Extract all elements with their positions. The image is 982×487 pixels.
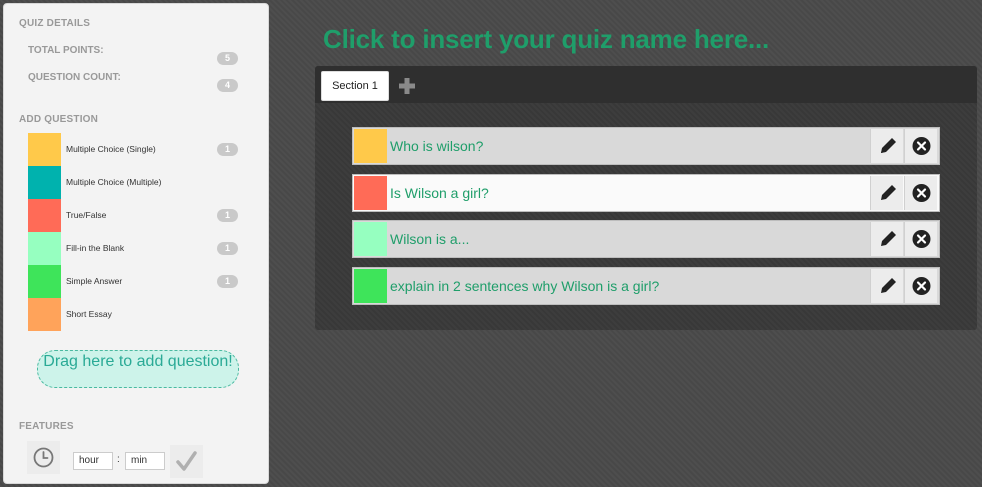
tab-section-1[interactable]: Section 1 — [321, 71, 389, 101]
question-type-mc-multiple[interactable]: Multiple Choice (Multiple) — [28, 166, 240, 199]
delete-question-button[interactable] — [904, 222, 937, 256]
question-type-swatch — [28, 232, 61, 265]
question-color-swatch — [354, 269, 387, 303]
question-text: explain in 2 sentences why Wilson is a g… — [390, 278, 660, 294]
features-heading: FEATURES — [19, 421, 74, 432]
delete-question-button[interactable] — [904, 129, 937, 163]
question-type-fill-blank[interactable]: Fill-in the Blank 1 — [28, 232, 240, 265]
question-color-swatch — [354, 176, 387, 210]
close-circle-icon — [912, 137, 931, 155]
question-type-count: 1 — [217, 275, 238, 288]
question-type-label: Multiple Choice (Multiple) — [66, 177, 162, 187]
question-type-label: Multiple Choice (Single) — [66, 144, 156, 154]
edit-question-button[interactable] — [870, 176, 903, 210]
quiz-title[interactable]: Click to insert your quiz name here... — [323, 24, 769, 55]
question-color-swatch — [354, 222, 387, 256]
question-color-swatch — [354, 129, 387, 163]
question-type-swatch — [28, 265, 61, 298]
question-text: Who is wilson? — [390, 138, 484, 154]
total-points-label: TOTAL POINTS: — [28, 45, 104, 56]
close-circle-icon — [912, 184, 931, 202]
question-type-count: 1 — [217, 242, 238, 255]
question-row[interactable]: Wilson is a... — [352, 220, 940, 258]
time-separator: : — [117, 454, 120, 465]
question-type-swatch — [28, 133, 61, 166]
pencil-icon — [881, 231, 896, 246]
minute-input[interactable]: min — [125, 452, 165, 470]
edit-question-button[interactable] — [870, 129, 903, 163]
confirm-timer-button[interactable] — [170, 445, 203, 478]
close-circle-icon — [912, 230, 931, 248]
hour-input[interactable]: hour — [73, 452, 113, 470]
total-points-badge: 5 — [217, 52, 238, 65]
add-question-dropzone[interactable]: Drag here to add question! — [37, 350, 239, 388]
pencil-icon — [881, 185, 896, 200]
question-count-label: QUESTION COUNT: — [28, 72, 121, 83]
question-row[interactable]: Is Wilson a girl? — [352, 174, 940, 212]
question-type-count: 1 — [217, 209, 238, 222]
question-type-label: True/False — [66, 210, 107, 220]
question-type-label: Fill-in the Blank — [66, 243, 125, 253]
add-question-heading: ADD QUESTION — [19, 114, 99, 125]
plus-icon — [399, 78, 415, 94]
question-type-short-essay[interactable]: Short Essay — [28, 298, 240, 331]
question-row[interactable]: explain in 2 sentences why Wilson is a g… — [352, 267, 940, 305]
question-text: Wilson is a... — [390, 231, 470, 247]
checkmark-icon — [176, 451, 197, 471]
close-circle-icon — [912, 277, 931, 295]
edit-question-button[interactable] — [870, 222, 903, 256]
question-count-badge: 4 — [217, 79, 238, 92]
question-type-swatch — [28, 199, 61, 232]
delete-question-button[interactable] — [904, 176, 937, 210]
question-text: Is Wilson a girl? — [390, 185, 489, 201]
question-type-mc-single[interactable]: Multiple Choice (Single) 1 — [28, 133, 240, 166]
question-type-swatch — [28, 298, 61, 331]
quiz-details-heading: QUIZ DETAILS — [19, 18, 91, 29]
pencil-icon — [881, 278, 896, 293]
quiz-sidebar: QUIZ DETAILS TOTAL POINTS: 5 QUESTION CO… — [3, 3, 269, 484]
section-tabbar: Section 1 — [315, 66, 977, 103]
timer-button[interactable] — [27, 441, 60, 474]
question-row[interactable]: Who is wilson? — [352, 127, 940, 165]
clock-icon — [33, 447, 54, 468]
question-type-label: Simple Answer — [66, 276, 123, 286]
question-panel: Section 1 Who is wilson? Is Wilson a gir… — [315, 66, 977, 330]
pencil-icon — [881, 138, 896, 153]
edit-question-button[interactable] — [870, 269, 903, 303]
question-type-label: Short Essay — [66, 309, 112, 319]
question-type-simple-answer[interactable]: Simple Answer 1 — [28, 265, 240, 298]
delete-question-button[interactable] — [904, 269, 937, 303]
question-type-count: 1 — [217, 143, 238, 156]
add-section-button[interactable] — [397, 76, 417, 96]
question-type-true-false[interactable]: True/False 1 — [28, 199, 240, 232]
question-type-swatch — [28, 166, 61, 199]
